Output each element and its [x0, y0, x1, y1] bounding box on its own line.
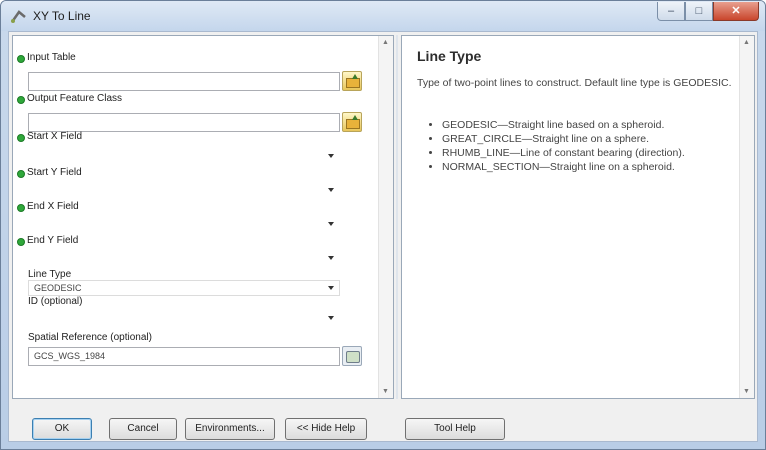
dropdown-arrow-icon — [328, 222, 334, 226]
tool-help-button[interactable]: Tool Help — [405, 418, 505, 440]
dropdown-arrow-icon — [328, 154, 334, 158]
id-optional-combo[interactable] — [28, 309, 340, 328]
scroll-down-icon[interactable]: ▼ — [382, 388, 389, 395]
line-type-combo[interactable]: GEODESIC — [28, 280, 340, 296]
browse-input-table-button[interactable] — [342, 71, 362, 91]
help-list: GEODESIC—Straight line based on a sphero… — [422, 118, 685, 174]
input-table-label: Input Table — [27, 52, 76, 63]
title-bar[interactable]: XY To Line – □ ✕ — [1, 1, 765, 31]
output-feature-class-field[interactable] — [28, 113, 340, 132]
close-button[interactable]: ✕ — [713, 2, 759, 21]
end-y-field-label: End Y Field — [27, 235, 79, 246]
end-x-field-combo[interactable] — [28, 215, 340, 234]
spatial-reference-properties-button[interactable] — [342, 346, 362, 366]
start-y-field-combo[interactable] — [28, 181, 340, 200]
dropdown-arrow-icon — [328, 188, 334, 192]
list-item: GREAT_CIRCLE—Straight line on a sphere. — [442, 132, 685, 146]
panel-splitter[interactable] — [396, 35, 398, 399]
required-dot-icon — [17, 55, 25, 63]
help-panel: Line Type Type of two-point lines to con… — [401, 35, 755, 399]
browse-output-feature-class-button[interactable] — [342, 112, 362, 132]
end-x-field-label: End X Field — [27, 201, 79, 212]
start-y-field-label: Start Y Field — [27, 167, 82, 178]
line-type-value: GEODESIC — [34, 283, 82, 293]
tool-icon — [10, 10, 26, 23]
spatial-reference-label: Spatial Reference (optional) — [28, 332, 152, 343]
spatial-reference-field[interactable]: GCS_WGS_1984 — [28, 347, 340, 366]
dropdown-arrow-icon — [328, 256, 334, 260]
input-table-field[interactable] — [28, 72, 340, 91]
scroll-up-icon[interactable]: ▲ — [382, 39, 389, 46]
line-type-label: Line Type — [28, 269, 72, 280]
start-x-field-combo[interactable] — [28, 147, 340, 166]
required-dot-icon — [17, 204, 25, 212]
help-title: Line Type — [417, 48, 482, 64]
dropdown-arrow-icon — [328, 316, 334, 320]
help-description: Type of two-point lines to construct. De… — [417, 77, 732, 89]
required-dot-icon — [17, 96, 25, 104]
xy-to-line-dialog: XY To Line – □ ✕ Input Table Output Feat… — [0, 0, 766, 450]
minimize-icon: – — [667, 5, 675, 17]
parameters-scrollbar[interactable]: ▲ ▼ — [378, 36, 393, 398]
ok-button[interactable]: OK — [32, 418, 92, 440]
maximize-button[interactable]: □ — [685, 2, 713, 21]
output-feature-class-label: Output Feature Class — [27, 93, 123, 104]
required-dot-icon — [17, 170, 25, 178]
cancel-button[interactable]: Cancel — [109, 418, 177, 440]
required-dot-icon — [17, 134, 25, 142]
start-x-field-label: Start X Field — [27, 131, 83, 142]
close-icon: ✕ — [731, 5, 741, 17]
minimize-button[interactable]: – — [657, 2, 685, 21]
parameters-panel[interactable]: Input Table Output Feature Class Start X… — [12, 35, 394, 399]
spatial-reference-icon — [346, 351, 360, 363]
required-dot-icon — [17, 238, 25, 246]
list-item: GEODESIC—Straight line based on a sphero… — [442, 118, 685, 132]
browse-folder-icon — [346, 78, 360, 88]
dialog-body: Input Table Output Feature Class Start X… — [8, 31, 758, 442]
id-optional-label: ID (optional) — [28, 296, 83, 307]
environments-button[interactable]: Environments... — [185, 418, 275, 440]
list-item: RHUMB_LINE—Line of constant bearing (dir… — [442, 146, 685, 160]
dropdown-arrow-icon — [328, 286, 334, 290]
browse-folder-icon — [346, 119, 360, 129]
end-y-field-combo[interactable] — [28, 249, 340, 268]
scroll-up-icon[interactable]: ▲ — [743, 39, 750, 46]
window-title: XY To Line — [33, 9, 91, 23]
list-item: NORMAL_SECTION—Straight line on a sphero… — [442, 160, 685, 174]
maximize-icon: □ — [695, 5, 703, 17]
help-scrollbar[interactable]: ▲ ▼ — [739, 36, 754, 398]
hide-help-button[interactable]: << Hide Help — [285, 418, 367, 440]
scroll-down-icon[interactable]: ▼ — [743, 388, 750, 395]
